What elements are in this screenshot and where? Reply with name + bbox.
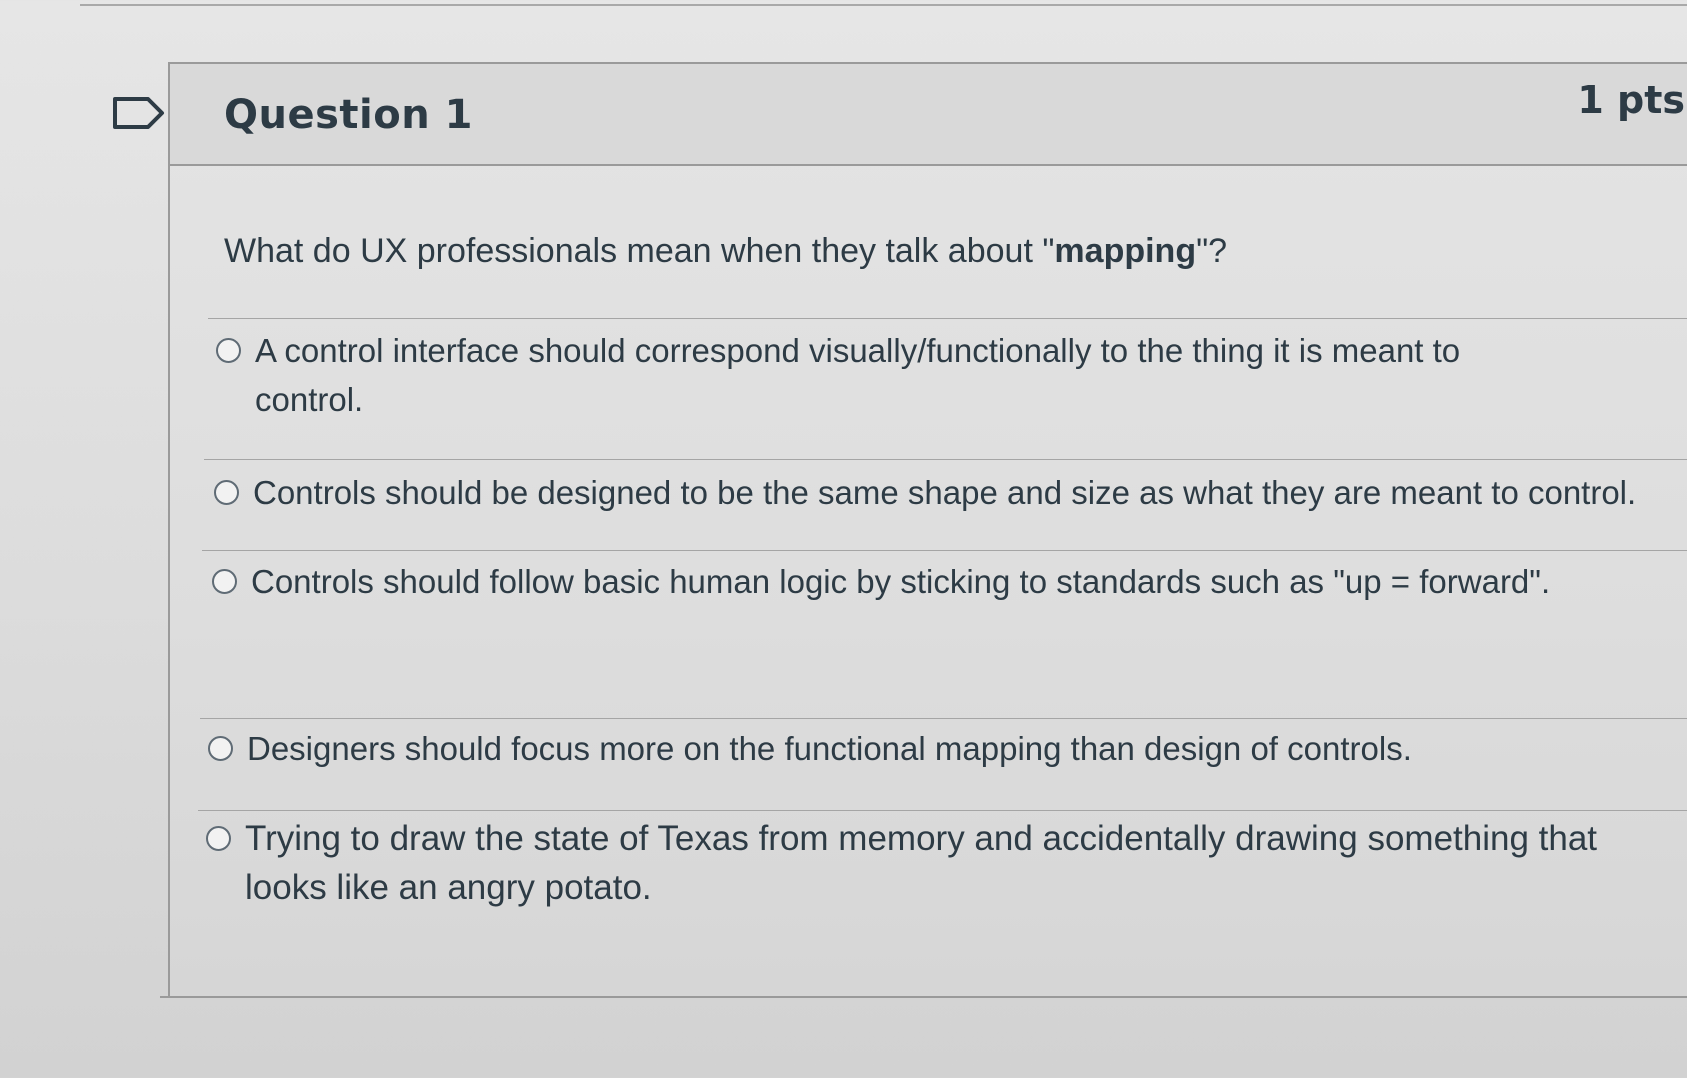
divider (202, 550, 1687, 551)
answer-label: Designers should focus more on the funct… (247, 730, 1412, 767)
answer-option-2[interactable]: Controls should be designed to be the sa… (214, 468, 1674, 517)
answer-option-5[interactable]: Trying to draw the state of Texas from m… (206, 814, 1684, 912)
question-text: What do UX professionals mean when they … (224, 232, 1227, 271)
radio-button[interactable] (206, 826, 231, 851)
radio-button[interactable] (208, 736, 233, 761)
question-text-before: What do UX professionals mean when they … (224, 232, 1055, 270)
answer-option-3[interactable]: Controls should follow basic human logic… (212, 557, 1672, 606)
radio-button[interactable] (216, 338, 241, 363)
question-text-after: "? (1196, 232, 1228, 270)
top-rule (80, 4, 1687, 6)
answer-option-4[interactable]: Designers should focus more on the funct… (208, 724, 1668, 773)
question-points: 1 pts (1577, 78, 1685, 122)
divider (204, 459, 1687, 460)
question-header: Question 1 1 pts (170, 64, 1687, 166)
divider (208, 318, 1687, 319)
answer-label: Trying to draw the state of Texas from m… (245, 819, 1598, 907)
divider (200, 718, 1687, 719)
answer-label: Controls should follow basic human logic… (251, 563, 1551, 600)
answer-option-1[interactable]: A control interface should correspond vi… (216, 326, 1536, 424)
radio-button[interactable] (212, 569, 237, 594)
answer-label: Controls should be designed to be the sa… (253, 474, 1637, 511)
answer-label: A control interface should correspond vi… (255, 332, 1461, 418)
divider (198, 810, 1687, 811)
bottom-rule (160, 996, 1687, 998)
question-card: Question 1 1 pts What do UX professional… (168, 62, 1687, 998)
radio-button[interactable] (214, 480, 239, 505)
question-title: Question 1 (224, 92, 473, 138)
question-text-emphasis: mapping (1054, 232, 1197, 270)
flag-icon[interactable] (112, 96, 166, 130)
